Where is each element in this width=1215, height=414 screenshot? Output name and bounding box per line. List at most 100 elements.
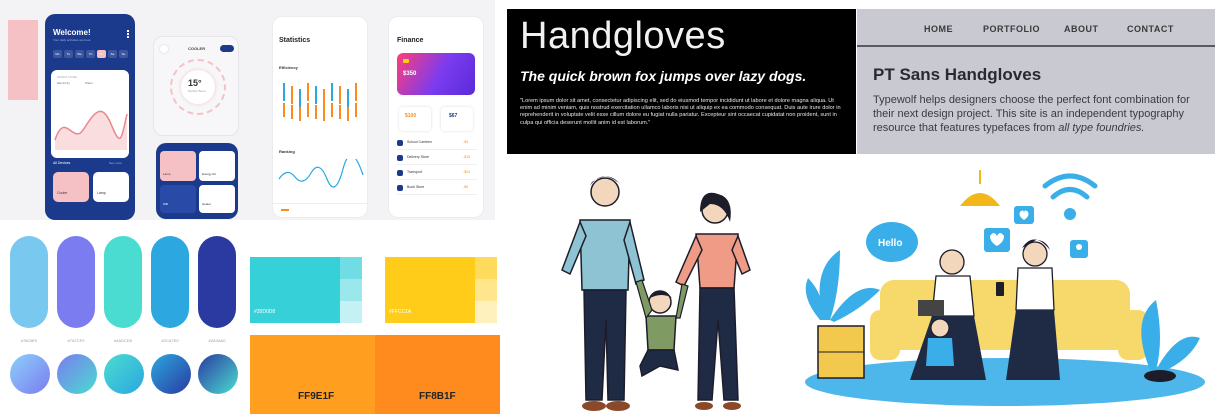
transaction-icon (397, 155, 403, 161)
nav-about[interactable]: ABOUT (1064, 24, 1099, 34)
stat-value: $67 (449, 113, 458, 119)
phone1-subtitle: Your daily activities are here (53, 38, 91, 42)
kid-arm-right (675, 283, 689, 319)
handgloves-font-sample: Handgloves The quick brown fox jumps ove… (507, 9, 856, 154)
efficiency-bar (283, 83, 285, 101)
ranking-line (278, 159, 364, 188)
phone-statistics: Statistics Efficiency Ranking (272, 16, 368, 218)
efficiency-bar (291, 86, 293, 104)
device-name: Cooler (57, 191, 68, 195)
efficiency-bar-lower (323, 107, 325, 121)
finance-title: Finance (397, 37, 424, 44)
wifi-dot (1064, 208, 1076, 220)
transaction-row[interactable]: Book Store -$8 (397, 182, 477, 195)
sofa (880, 280, 1130, 350)
nav-contact[interactable]: CONTACT (1127, 24, 1174, 34)
color-palette-panel: #78C8F0 #7A7CF0 #4ADCD0 #2CA7E0 #2A3AA0 #35D… (0, 222, 500, 414)
temperature-dial[interactable]: 15° Perfect Temp (170, 59, 226, 115)
tile-energy-ac[interactable]: Energy AC (199, 151, 235, 181)
efficiency-bar-lower (307, 103, 309, 117)
plant-pot (1144, 370, 1176, 382)
temperature-caption: Perfect Temp (188, 89, 206, 93)
shade-swatch (340, 301, 362, 323)
nav-active-indicator (281, 209, 289, 211)
tile-wifi[interactable]: Wifi (160, 185, 196, 213)
handgloves-title: Handgloves (520, 15, 726, 57)
child-shirt (926, 338, 954, 366)
see-more-link[interactable]: See more (109, 162, 122, 165)
dad-shoe-right (606, 401, 630, 411)
device-card-lamp[interactable]: Lamp (93, 172, 129, 202)
transaction-amount: -$4 (463, 140, 469, 144)
ranking-label: Ranking (279, 149, 295, 154)
day-chip[interactable]: Th (86, 50, 95, 58)
dad-head (590, 177, 620, 207)
efficiency-bar-lower (299, 107, 301, 121)
handgloves-subtitle: The quick brown fox jumps over lazy dogs… (520, 68, 807, 84)
nav-portfolio[interactable]: PORTFOLIO (983, 24, 1040, 34)
energy-area (55, 111, 127, 150)
transaction-name: Book Store (407, 185, 425, 189)
day-chip[interactable]: Sa (108, 50, 117, 58)
gradient-circle (57, 354, 97, 394)
dad-shirt (579, 219, 631, 291)
color-pill (198, 236, 236, 328)
tile-lamp[interactable]: Lamp (160, 151, 196, 181)
day-chip[interactable]: Tu (64, 50, 73, 58)
day-selector: Mo Tu We Th Fr Sa Su (53, 50, 131, 58)
nav-home[interactable]: HOME (924, 24, 953, 34)
color-pill-label: #4ADCD0 (113, 338, 132, 343)
back-icon[interactable] (160, 45, 168, 53)
family-illustration (561, 176, 751, 411)
tile-label: Energy AC (202, 172, 217, 176)
hello-text: Hello (878, 238, 902, 249)
card-label: SMART HOME (57, 75, 78, 79)
energy-line-chart (54, 110, 128, 150)
swatch-yellow-shades (475, 257, 497, 323)
device-card-cooler[interactable]: Cooler (53, 172, 89, 202)
legend-electricity: Electricity (57, 81, 70, 85)
day-chip[interactable]: Mo (53, 50, 62, 58)
swatch-yellow-label: #FFCC1A (389, 309, 412, 315)
tile-heater[interactable]: Heater (199, 185, 235, 213)
more-icon[interactable] (127, 30, 129, 38)
swatch-teal-shades (340, 257, 362, 323)
nav-divider (857, 45, 1215, 47)
shade-swatch (475, 279, 497, 301)
swatch-yellow: #FFCC1A (385, 257, 500, 323)
cooler-title: COOLER (188, 46, 206, 51)
day-chip[interactable]: Fr (97, 50, 106, 58)
efficiency-bar (347, 89, 349, 107)
woman-head (1022, 241, 1048, 267)
device-tiles: Lamp Energy AC Wifi Heater (156, 143, 238, 219)
power-toggle[interactable] (220, 45, 234, 52)
shade-swatch (340, 279, 362, 301)
day-chip[interactable]: Su (119, 50, 128, 58)
efficiency-bar-lower (291, 105, 293, 119)
shade-swatch (340, 257, 362, 279)
efficiency-bar-lower (355, 103, 357, 117)
tile-label: Wifi (163, 202, 168, 206)
color-pill-label: #2CA7E0 (161, 338, 179, 343)
bottom-nav[interactable] (273, 203, 367, 217)
balance-amount: $350 (403, 71, 417, 77)
transaction-amount: -$24 (463, 170, 471, 174)
efficiency-bar-lower (283, 103, 285, 117)
kid-pants (639, 349, 679, 378)
day-chip[interactable]: We (75, 50, 84, 58)
child-head (930, 318, 950, 338)
gradient-circle (198, 354, 238, 394)
mom-shoe-left (695, 402, 713, 410)
transaction-row[interactable]: Delivery Store -$16 (397, 152, 477, 165)
decorative-pink-block (8, 20, 38, 100)
plant-right (1141, 300, 1200, 372)
transaction-row[interactable]: Transport -$24 (397, 167, 477, 180)
devices-label: All Devices (53, 161, 71, 165)
color-pill-label: #78C8F0 (20, 338, 38, 343)
mom-shoe-right (723, 402, 741, 410)
balance-card[interactable]: $350 (397, 53, 475, 95)
transaction-row[interactable]: School Canteen -$4 (397, 137, 477, 150)
efficiency-bar-lower (331, 103, 333, 117)
wifi-icon (1042, 173, 1098, 200)
pt-sans-font-sample: HOME PORTFOLIO ABOUT CONTACT PT Sans Han… (857, 9, 1215, 154)
